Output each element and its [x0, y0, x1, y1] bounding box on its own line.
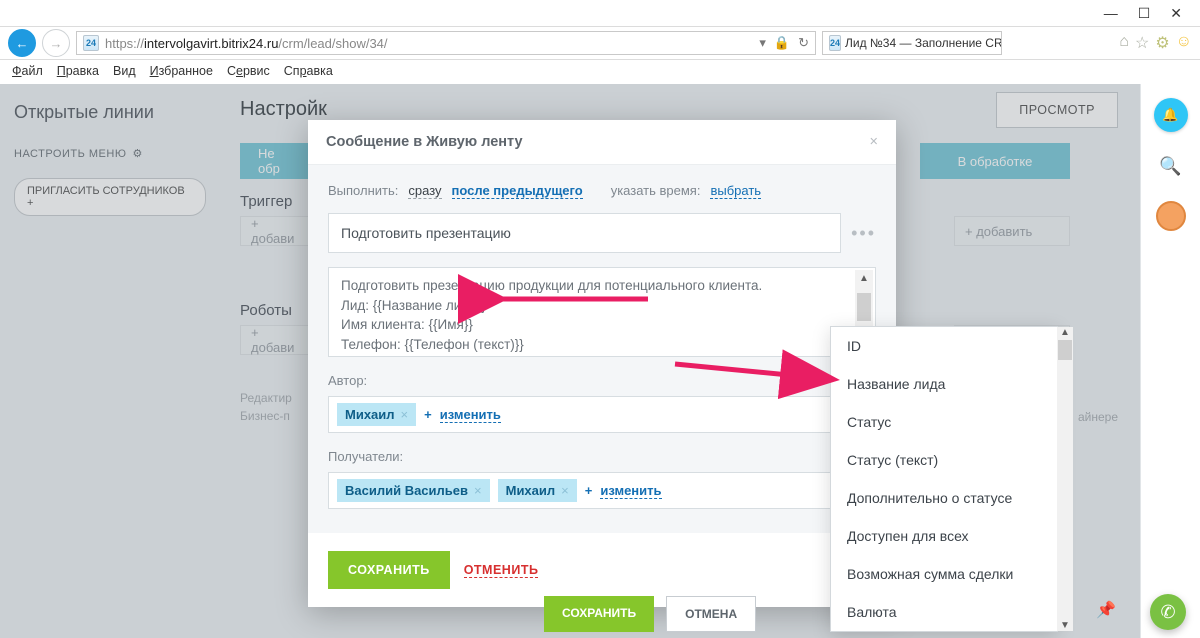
recipient-chip-2[interactable]: Михаил× [498, 479, 577, 502]
subject-menu-icon[interactable]: ••• [851, 223, 876, 244]
notifications-button[interactable]: 🔔 [1154, 98, 1188, 132]
tab-title: Лид №34 — Заполнение CR... [845, 36, 1002, 50]
nav-back-button[interactable]: ← [8, 29, 36, 57]
dd-item-public[interactable]: Доступен для всех [831, 517, 1057, 555]
recipients-change[interactable]: изменить [600, 483, 661, 499]
exec-label: Выполнить: [328, 183, 398, 198]
chip-remove-icon[interactable]: × [401, 407, 409, 422]
recipients-field[interactable]: Василий Васильев× Михаил× + изменить [328, 472, 876, 509]
author-chip[interactable]: Михаил× [337, 403, 416, 426]
browser-address-bar: ← → 24 https://intervolgavirt.bitrix24.r… [0, 26, 1200, 60]
window-minimize[interactable]: — [1104, 5, 1118, 21]
gear-icon[interactable]: ⚙ [1155, 33, 1169, 53]
chip-remove-icon[interactable]: × [561, 483, 569, 498]
window-maximize[interactable]: ☐ [1138, 5, 1151, 22]
window-titlebar: — ☐ ✕ [0, 0, 1200, 26]
dd-item-status[interactable]: Статус [831, 403, 1057, 441]
pin-icon[interactable]: 📌 [1096, 600, 1116, 620]
menu-svc[interactable]: Сервис [227, 64, 270, 80]
page-footer-actions: СОХРАНИТЬ ОТМЕНА [544, 596, 756, 632]
call-button[interactable]: ✆ [1150, 594, 1186, 630]
variables-dropdown: ID Название лида Статус Статус (текст) Д… [830, 326, 1058, 632]
dd-item-amount[interactable]: Возможная сумма сделки [831, 555, 1057, 593]
menu-edit[interactable]: Правка [57, 64, 99, 80]
modal-close-icon[interactable]: × [870, 134, 878, 150]
menu-file[interactable]: Файл [12, 64, 43, 80]
exec-after-prev[interactable]: после предыдущего [452, 183, 583, 199]
tab-favicon: 24 [829, 35, 841, 51]
page-save-button[interactable]: СОХРАНИТЬ [544, 596, 654, 632]
chip-remove-icon[interactable]: × [474, 483, 482, 498]
browser-menu: Файл Правка Вид Избранное Сервис Справка [0, 60, 1200, 84]
site-favicon: 24 [83, 35, 99, 51]
smile-icon[interactable]: ☺ [1176, 33, 1192, 53]
menu-view[interactable]: Вид [113, 64, 136, 80]
window-close[interactable]: ✕ [1170, 5, 1182, 22]
time-label: указать время: [611, 183, 701, 198]
refresh-icon[interactable]: ↻ [798, 35, 809, 51]
search-icon[interactable]: 🔍 [1159, 156, 1181, 177]
recipients-label: Получатели: [328, 449, 876, 464]
menu-help[interactable]: Справка [284, 64, 333, 80]
url-text: https://intervolgavirt.bitrix24.ru/crm/l… [105, 36, 753, 51]
nav-forward-button[interactable]: → [42, 29, 70, 57]
browser-tab[interactable]: 24 Лид №34 — Заполнение CR... × [822, 31, 1002, 55]
exec-now[interactable]: сразу [408, 183, 441, 199]
recipient-chip-1[interactable]: Василий Васильев× [337, 479, 490, 502]
dd-item-lead-name[interactable]: Название лида [831, 365, 1057, 403]
modal-save-button[interactable]: СОХРАНИТЬ [328, 551, 450, 589]
author-change[interactable]: изменить [440, 407, 501, 423]
url-field[interactable]: 24 https://intervolgavirt.bitrix24.ru/cr… [76, 31, 816, 55]
star-icon[interactable]: ☆ [1135, 33, 1149, 53]
lock-icon: 🔒 [774, 35, 790, 51]
dd-item-status-extra[interactable]: Дополнительно о статусе [831, 479, 1057, 517]
modal-livefeed-message: Сообщение в Живую ленту × Выполнить: сра… [308, 120, 896, 607]
avatar[interactable] [1156, 201, 1186, 231]
modal-cancel-button[interactable]: ОТМЕНИТЬ [464, 563, 539, 578]
dd-item-currency[interactable]: Валюта [831, 593, 1057, 631]
browser-tray: ⌂ ☆ ⚙ ☺ [1119, 33, 1192, 53]
author-label: Автор: [328, 373, 876, 388]
modal-title: Сообщение в Живую ленту [326, 134, 523, 150]
dd-item-id[interactable]: ID [831, 327, 1057, 365]
subject-input[interactable] [328, 213, 841, 253]
page-cancel-button[interactable]: ОТМЕНА [666, 596, 756, 632]
dropdown-scrollbar[interactable]: ▲▼ [1057, 327, 1073, 631]
right-rail: 🔔 🔍 [1140, 84, 1200, 638]
menu-fav[interactable]: Избранное [150, 64, 213, 80]
author-field[interactable]: Михаил× + изменить [328, 396, 876, 433]
time-select[interactable]: выбрать [710, 183, 761, 199]
dropdown-icon[interactable]: ▾ [759, 35, 766, 51]
home-icon[interactable]: ⌂ [1119, 33, 1129, 53]
dd-item-status-text[interactable]: Статус (текст) [831, 441, 1057, 479]
message-textarea[interactable]: Подготовить презентацию продукции для по… [328, 267, 876, 357]
